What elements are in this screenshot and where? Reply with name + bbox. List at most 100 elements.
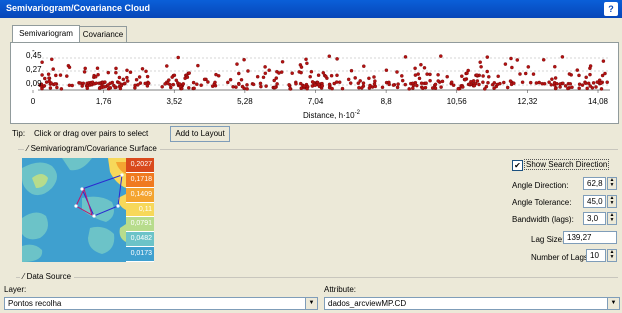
cloud-point[interactable] xyxy=(605,80,609,84)
layer-select[interactable]: Pontos recolha ▼ xyxy=(4,297,318,310)
cloud-point[interactable] xyxy=(463,77,467,82)
cloud-point[interactable] xyxy=(492,81,497,85)
cloud-point[interactable] xyxy=(309,69,314,74)
cloud-point[interactable] xyxy=(349,68,354,73)
cloud-point[interactable] xyxy=(495,82,500,87)
cloud-point[interactable] xyxy=(187,86,191,90)
cloud-point[interactable] xyxy=(196,63,200,68)
cloud-point[interactable] xyxy=(144,69,148,74)
cloud-point[interactable] xyxy=(59,87,64,91)
cloud-point[interactable] xyxy=(367,76,371,81)
cloud-point[interactable] xyxy=(103,80,107,84)
chevron-down-icon[interactable]: ▼ xyxy=(607,298,619,309)
cloud-point[interactable] xyxy=(146,81,151,86)
cloud-point[interactable] xyxy=(95,66,100,70)
cloud-point[interactable] xyxy=(461,85,465,89)
cloud-point[interactable] xyxy=(199,83,203,87)
cloud-point[interactable] xyxy=(451,83,456,87)
cloud-point[interactable] xyxy=(145,74,150,79)
cloud-point[interactable] xyxy=(534,81,539,85)
cloud-point[interactable] xyxy=(259,84,263,89)
cloud-point[interactable] xyxy=(327,54,332,58)
cloud-point[interactable] xyxy=(237,71,241,76)
cloud-point[interactable] xyxy=(246,69,250,73)
cloud-point[interactable] xyxy=(566,86,570,91)
cloud-point[interactable] xyxy=(305,86,309,91)
tab-covariance[interactable]: Covariance xyxy=(79,26,127,43)
cloud-point[interactable] xyxy=(114,70,118,75)
cloud-point[interactable] xyxy=(55,85,59,90)
cloud-point[interactable] xyxy=(428,72,432,77)
cloud-point[interactable] xyxy=(520,80,525,84)
cloud-point[interactable] xyxy=(577,73,581,78)
cloud-point[interactable] xyxy=(456,86,461,91)
cloud-point[interactable] xyxy=(547,80,551,84)
cloud-point[interactable] xyxy=(47,79,52,84)
cloud-point[interactable] xyxy=(358,79,362,83)
cloud-point[interactable] xyxy=(583,81,588,85)
tab-semivariogram[interactable]: Semivariogram xyxy=(12,25,80,43)
cloud-point[interactable] xyxy=(106,70,111,75)
cloud-point[interactable] xyxy=(423,85,428,90)
bandwidth-input[interactable]: 3,0 xyxy=(583,212,606,225)
cloud-point[interactable] xyxy=(599,81,603,85)
angle-direction-input[interactable]: 62,8 xyxy=(583,177,606,190)
cloud-point[interactable] xyxy=(512,81,516,85)
cloud-point[interactable] xyxy=(362,64,366,68)
cloud-point[interactable] xyxy=(274,76,279,80)
cloud-point[interactable] xyxy=(403,55,408,59)
cloud-point[interactable] xyxy=(537,80,541,85)
cloud-point[interactable] xyxy=(275,82,279,86)
cloud-point[interactable] xyxy=(523,71,528,76)
cloud-point[interactable] xyxy=(70,83,74,88)
cloud-point[interactable] xyxy=(294,82,298,86)
cloud-point[interactable] xyxy=(346,77,351,82)
cloud-point[interactable] xyxy=(273,85,277,90)
cloud-point[interactable] xyxy=(570,85,574,90)
cloud-point[interactable] xyxy=(320,84,325,88)
cloud-point[interactable] xyxy=(433,82,438,87)
cloud-point[interactable] xyxy=(445,74,449,79)
cloud-point[interactable] xyxy=(440,79,445,84)
cloud-point[interactable] xyxy=(471,79,476,83)
cloud-point[interactable] xyxy=(563,84,568,88)
spin-down-icon[interactable]: ▼ xyxy=(608,218,616,223)
semivariogram-cloud-plot[interactable]: 0,45 0,27 0,09 - 0 1,76 3,52 5,28 7,04 8,8 10,… xyxy=(10,42,617,122)
cloud-point[interactable] xyxy=(597,78,602,82)
cloud-point[interactable] xyxy=(305,61,309,66)
cloud-point[interactable] xyxy=(125,79,130,83)
cloud-point[interactable] xyxy=(360,86,364,90)
cloud-point[interactable] xyxy=(42,84,47,88)
lag-size-input[interactable]: 139,27 xyxy=(563,231,617,244)
cloud-point[interactable] xyxy=(531,72,536,76)
cloud-point[interactable] xyxy=(310,80,315,84)
cloud-point[interactable] xyxy=(317,82,321,87)
cloud-point[interactable] xyxy=(485,55,490,59)
cloud-point[interactable] xyxy=(160,85,164,89)
cloud-point[interactable] xyxy=(50,57,54,62)
attribute-select[interactable]: dados_arcviewMP.CD ▼ xyxy=(324,297,620,310)
cloud-point[interactable] xyxy=(472,83,477,88)
cloud-point[interactable] xyxy=(330,86,334,91)
cloud-point[interactable] xyxy=(53,82,57,86)
cloud-point[interactable] xyxy=(191,80,196,85)
cloud-point[interactable] xyxy=(403,82,408,87)
cloud-point[interactable] xyxy=(410,81,415,86)
cloud-point[interactable] xyxy=(48,86,53,90)
cloud-point[interactable] xyxy=(424,81,428,85)
cloud-point[interactable] xyxy=(486,80,490,85)
cloud-point[interactable] xyxy=(234,85,238,89)
cloud-point[interactable] xyxy=(117,81,121,85)
cloud-point[interactable] xyxy=(577,82,582,86)
cloud-point[interactable] xyxy=(163,82,167,86)
cloud-point[interactable] xyxy=(481,74,485,78)
semivariogram-surface-map[interactable] xyxy=(22,158,126,262)
cloud-point[interactable] xyxy=(334,80,339,84)
cloud-point[interactable] xyxy=(245,83,249,87)
cloud-point[interactable] xyxy=(40,60,44,64)
cloud-point[interactable] xyxy=(114,66,118,71)
cloud-point[interactable] xyxy=(439,54,443,58)
cloud-point[interactable] xyxy=(313,83,317,88)
cloud-point[interactable] xyxy=(411,86,415,90)
cloud-point[interactable] xyxy=(508,79,513,83)
